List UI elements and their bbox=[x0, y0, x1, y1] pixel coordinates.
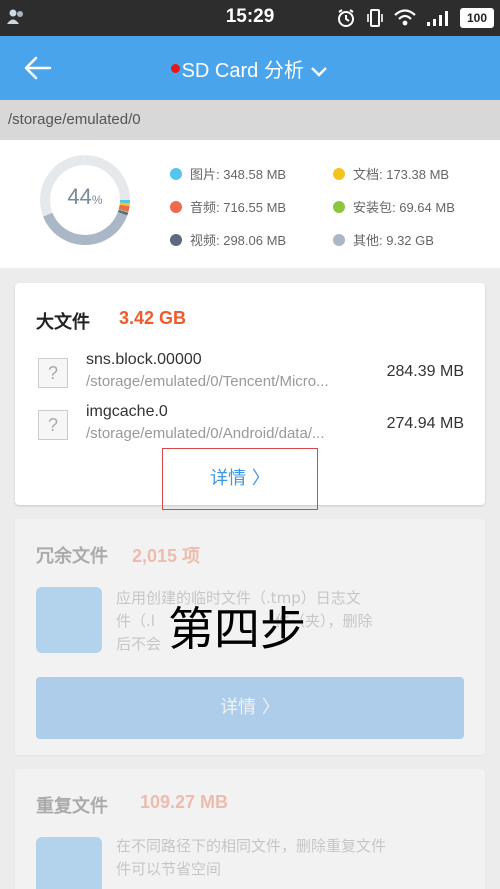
usage-arc bbox=[117, 209, 129, 216]
wifi-icon bbox=[394, 9, 416, 26]
legend-apks: 安装包: 69.64 MB bbox=[333, 197, 455, 216]
card-total-size: 109.27 MB bbox=[140, 792, 229, 812]
legend-audio: 音频: 716.55 MB bbox=[170, 197, 286, 216]
signal-icon bbox=[427, 11, 448, 26]
title-dropdown[interactable]: SD Card 分析 bbox=[0, 54, 500, 83]
unknown-file-icon: ? bbox=[38, 358, 68, 388]
step-overlay-text: 第四步 bbox=[168, 602, 306, 656]
page-title: SD Card 分析 bbox=[181, 60, 304, 82]
file-name: imgcache.0 bbox=[86, 403, 168, 420]
video-swatch bbox=[170, 233, 182, 246]
chevron-down-icon bbox=[311, 66, 328, 77]
app-bar: SD Card 分析 bbox=[0, 36, 500, 100]
battery-indicator: 100 bbox=[460, 8, 494, 28]
notification-dot bbox=[170, 64, 180, 73]
duplicate-icon bbox=[36, 837, 102, 889]
card-title: 冗余文件 bbox=[36, 546, 108, 567]
document-icon bbox=[36, 587, 102, 653]
card-description: 在不同路径下的相同文件，删除重复文件 件可以节省空间 bbox=[116, 837, 387, 878]
images-swatch bbox=[170, 167, 182, 180]
storage-summary: 44% 图片: 348.58 MB 文档: 173.38 MB 音频: 716.… bbox=[0, 140, 500, 268]
legend-other: 其他: 9.32 GB bbox=[333, 230, 434, 249]
card-total-size: 3.42 GB bbox=[119, 308, 187, 328]
file-path: /storage/emulated/0/Tencent/Micro... bbox=[86, 373, 329, 390]
details-button[interactable]: 详情 〉 bbox=[162, 448, 318, 510]
path-breadcrumb: /storage/emulated/0 bbox=[0, 100, 500, 140]
usage-percent: 44% bbox=[67, 184, 103, 209]
file-path: /storage/emulated/0/Android/data/... bbox=[86, 425, 325, 442]
legend-video: 视频: 298.06 MB bbox=[170, 230, 286, 249]
large-files-card: 大文件 3.42 GB ? sns.block.00000 /storage/e… bbox=[15, 283, 485, 510]
legend-images: 图片: 348.58 MB bbox=[170, 164, 286, 183]
audio-swatch bbox=[170, 200, 182, 213]
status-bar: 15:29 100 bbox=[0, 0, 500, 36]
file-size: 274.94 MB bbox=[386, 415, 464, 432]
file-row[interactable]: ? imgcache.0 /storage/emulated/0/Android… bbox=[15, 402, 485, 446]
file-size: 284.39 MB bbox=[386, 363, 464, 380]
vibrate-icon bbox=[367, 9, 383, 27]
legend-documents: 文档: 173.38 MB bbox=[333, 164, 449, 183]
file-row[interactable]: ? sns.block.00000 /storage/emulated/0/Te… bbox=[15, 350, 485, 394]
duplicate-files-card: 重复文件 109.27 MB 在不同路径下的相同文件，删除重复文件 件可以节省空… bbox=[15, 769, 485, 889]
card-title: 大文件 bbox=[36, 312, 90, 333]
alarm-icon bbox=[338, 9, 354, 27]
other-swatch bbox=[333, 233, 345, 246]
documents-swatch bbox=[333, 167, 345, 180]
details-button[interactable]: 详情 〉 bbox=[36, 677, 464, 739]
unknown-file-icon: ? bbox=[38, 410, 68, 440]
file-name: sns.block.00000 bbox=[86, 351, 202, 368]
card-title: 重复文件 bbox=[36, 796, 108, 817]
card-item-count: 2,015 项 bbox=[132, 546, 201, 566]
usage-arc bbox=[43, 211, 128, 245]
apks-swatch bbox=[333, 200, 345, 213]
